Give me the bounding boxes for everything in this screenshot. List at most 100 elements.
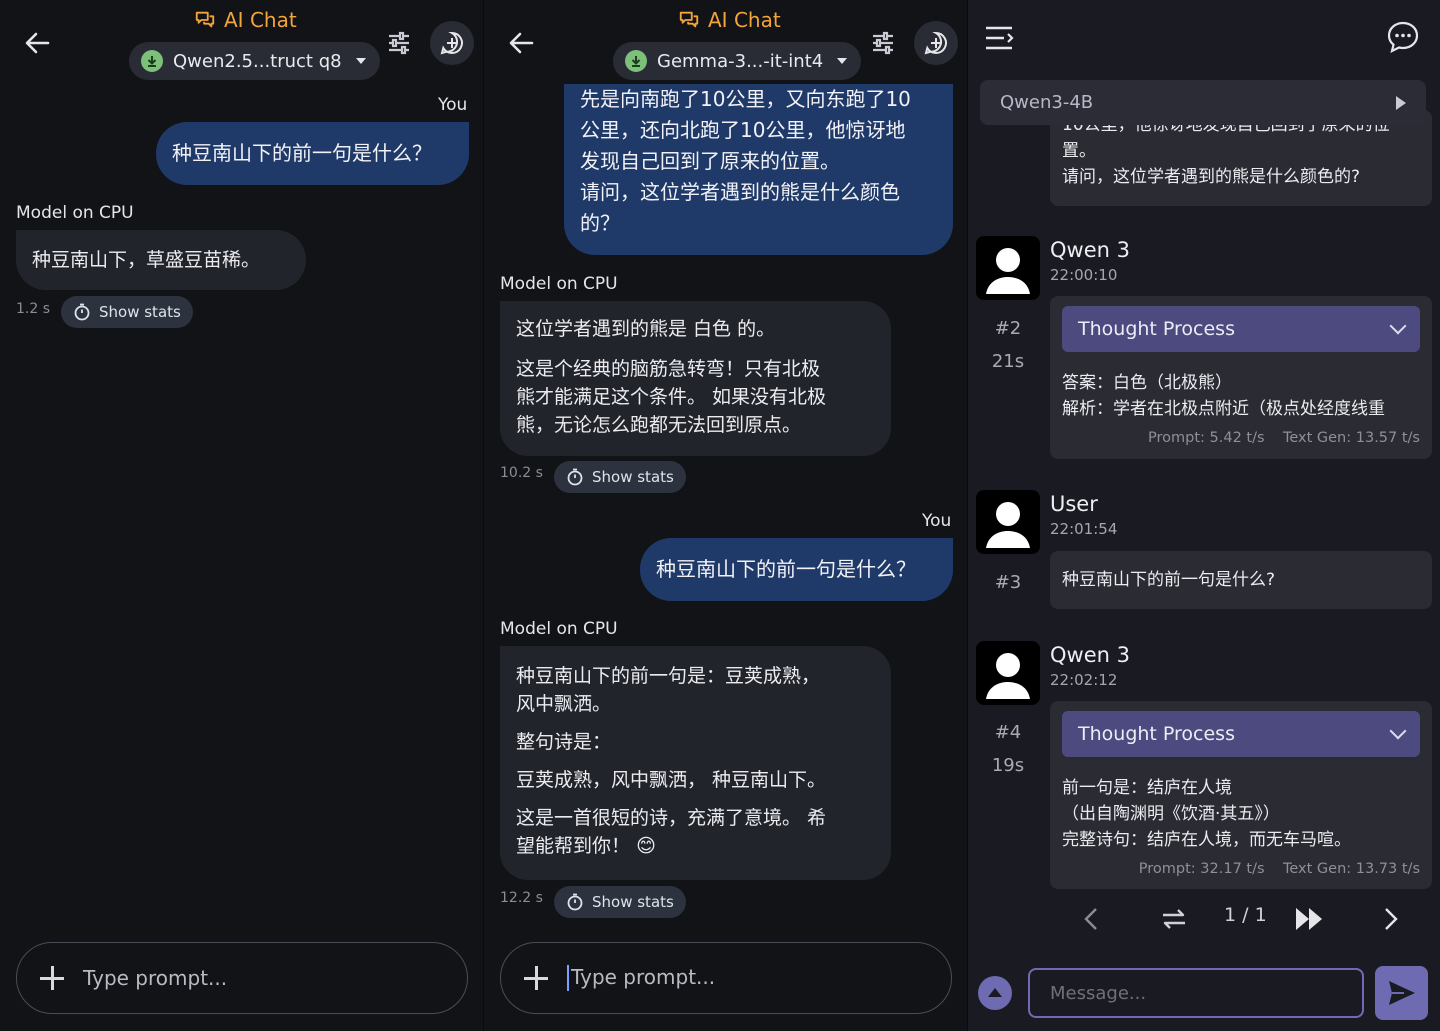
user-message-text: 种豆南山下的前一句是什么？ [172, 141, 432, 165]
assistant-message-bubble: 种豆南山下的前一句是：豆荚成熟， 风中飘洒。 整句诗是： 豆荚成熟，风中飘洒， … [500, 646, 891, 880]
message-text: 前一句是：结庐在人境 （出自陶渊明《饮酒·其五》） 完整诗句：结庐在人境，而无车… [1062, 778, 1351, 850]
thought-process-toggle[interactable]: Thought Process [1062, 711, 1420, 757]
user-message-line: 的？ [580, 211, 620, 235]
model-selector[interactable]: Qwen2.5...truct q8 [129, 42, 380, 80]
generation-duration: 19s [991, 755, 1025, 776]
model-label: Model on CPU [500, 619, 618, 639]
thought-process-toggle[interactable]: Thought Process [1062, 306, 1420, 352]
assistant-message-bubble: 这位学者遇到的熊是 白色 的。 这是个经典的脑筋急转弯！只有北极 熊才能满足这个… [500, 301, 891, 456]
message-time: 22:00:10 [1050, 266, 1118, 284]
arrow-up-icon [988, 987, 1002, 997]
assistant-message-line: 熊才能满足这个条件。 如果没有北极 [516, 386, 827, 408]
response-time: 10.2 s [500, 465, 543, 481]
chat-icon[interactable] [1386, 20, 1420, 54]
sender-name: Qwen 3 [1050, 643, 1130, 667]
show-stats-label: Show stats [592, 468, 674, 486]
assistant-message-line: 风中飘洒。 [516, 693, 612, 715]
generation-speed: Prompt: 5.42 t/s Text Gen: 13.57 t/s [1148, 430, 1420, 446]
message-card: Thought Process 答案：白色（北极熊） 解析：学者在北极点附近（极… [1050, 296, 1432, 459]
thought-process-label: Thought Process [1078, 318, 1235, 340]
model-label: Model on CPU [500, 274, 618, 294]
message-time: 22:01:54 [1050, 520, 1118, 538]
smiling-face-emoji: 😊 [636, 835, 656, 857]
message-index: #4 [994, 722, 1022, 743]
prompt-placeholder: Type prompt... [571, 964, 716, 989]
show-stats-label: Show stats [99, 303, 181, 321]
show-stats-button[interactable]: Show stats [554, 886, 686, 918]
user-message-line: 请问，这位学者遇到的熊是什么颜色 [580, 180, 900, 204]
thought-process-label: Thought Process [1078, 723, 1235, 745]
prompt-placeholder: Type prompt... [83, 966, 228, 990]
text-cursor [567, 965, 569, 992]
message-line: 请问，这位学者遇到的熊是什么颜色的? [1062, 167, 1361, 187]
chat-screen-1: AI Chat Qwen2.5...truct q8 You 种豆南山下的前一句… [0, 0, 484, 1031]
message-line: 置。 [1062, 141, 1096, 161]
assistant-message-line: 这是一首很短的诗，充满了意境。 希 [516, 807, 827, 829]
app-title: AI Chat [194, 8, 297, 32]
show-stats-button[interactable]: Show stats [61, 296, 193, 328]
generation-duration: 21s [991, 351, 1025, 372]
model-name: Qwen3-4B [1000, 92, 1094, 113]
send-icon [1388, 981, 1415, 1005]
assistant-message-line: 这位学者遇到的熊是 白色 的。 [516, 318, 776, 340]
new-chat-button[interactable] [430, 21, 474, 65]
chevron-down-icon [1389, 317, 1407, 335]
settings-sliders-icon[interactable] [386, 30, 412, 56]
model-name: Gemma-3...-it-int4 [657, 50, 824, 72]
new-chat-button[interactable] [914, 21, 958, 65]
response-time: 1.2 s [16, 301, 51, 317]
fast-forward-icon[interactable] [1294, 906, 1324, 932]
user-message-bubble: 种豆南山下的前一句是什么？ [640, 538, 953, 601]
prompt-input[interactable]: Type prompt... [16, 942, 468, 1014]
user-message-text: 种豆南山下的前一句是什么？ [656, 557, 916, 581]
add-attachment-icon[interactable] [523, 965, 549, 991]
app-title: AI Chat [678, 8, 781, 32]
send-button[interactable] [1375, 966, 1428, 1020]
dropdown-caret-icon [355, 58, 366, 64]
message-index: #2 [994, 318, 1022, 339]
back-arrow-icon[interactable] [22, 28, 52, 58]
avatar [976, 236, 1040, 300]
new-chat-icon [440, 31, 463, 55]
model-selector[interactable]: Qwen3-4B [980, 80, 1426, 125]
regenerate-icon[interactable] [1158, 904, 1190, 934]
assistant-message-line: 望能帮到你！ 😊 [516, 835, 656, 857]
settings-sliders-icon[interactable] [870, 30, 896, 56]
back-arrow-icon[interactable] [506, 28, 536, 58]
assistant-message-line: 这是个经典的脑筋急转弯！只有北极 [516, 358, 821, 380]
user-message-line: 公里，还向北跑了10公里，他惊讶地 [580, 118, 906, 142]
menu-icon[interactable] [984, 24, 1014, 52]
dropdown-caret-icon [837, 58, 848, 64]
chat-bubbles-icon [195, 11, 215, 28]
message-time: 22:02:12 [1050, 671, 1118, 689]
show-stats-label: Show stats [592, 893, 674, 911]
assistant-message-text: 种豆南山下，草盛豆苗稀。 [32, 249, 261, 271]
prompt-input[interactable]: Type prompt... [500, 942, 952, 1014]
previous-icon[interactable] [1080, 906, 1102, 932]
chat-screen-2: AI Chat Gemma-3...-it-int4 先是向南跑了10公里，又向… [484, 0, 968, 1031]
model-selector[interactable]: Gemma-3...-it-int4 [613, 42, 862, 80]
user-message-line: 发现自己回到了原来的位置。 [580, 149, 840, 173]
chat-screen-3: 10公里，他惊讶地发现自己回到了原来的位 置。 请问，这位学者遇到的熊是什么颜色… [968, 0, 1440, 1031]
message-input[interactable]: Message... [1028, 968, 1364, 1018]
play-arrow-icon [1396, 95, 1406, 110]
add-attachment-icon[interactable] [39, 965, 65, 991]
user-message-line: 先是向南跑了10公里，又向东跑了10 [580, 87, 911, 111]
chat-bubbles-icon [679, 11, 699, 28]
sender-name: User [1050, 492, 1098, 516]
avatar [976, 641, 1040, 705]
generation-speed: Prompt: 32.17 t/s Text Gen: 13.73 t/s [1138, 861, 1420, 877]
message-card: 种豆南山下的前一句是什么? [1050, 551, 1432, 609]
response-time: 12.2 s [500, 890, 543, 906]
assistant-message-line: 豆荚成熟，风中飘洒， 种豆南山下。 [516, 769, 827, 791]
chevron-down-icon [1389, 722, 1407, 740]
scroll-up-button[interactable] [978, 976, 1012, 1010]
app-title-text: AI Chat [708, 8, 781, 32]
assistant-message-bubble: 种豆南山下，草盛豆苗稀。 [16, 230, 306, 290]
show-stats-button[interactable]: Show stats [554, 461, 686, 493]
next-icon[interactable] [1380, 906, 1402, 932]
page-indicator: 1 / 1 [1224, 904, 1267, 926]
user-message-bubble: 先是向南跑了10公里，又向东跑了10 公里，还向北跑了10公里，他惊讶地 发现自… [564, 84, 953, 255]
message-text: 答案：白色（北极熊） 解析：学者在北极点附近（极点处经度线重 [1062, 373, 1385, 419]
sender-name: Qwen 3 [1050, 238, 1130, 262]
